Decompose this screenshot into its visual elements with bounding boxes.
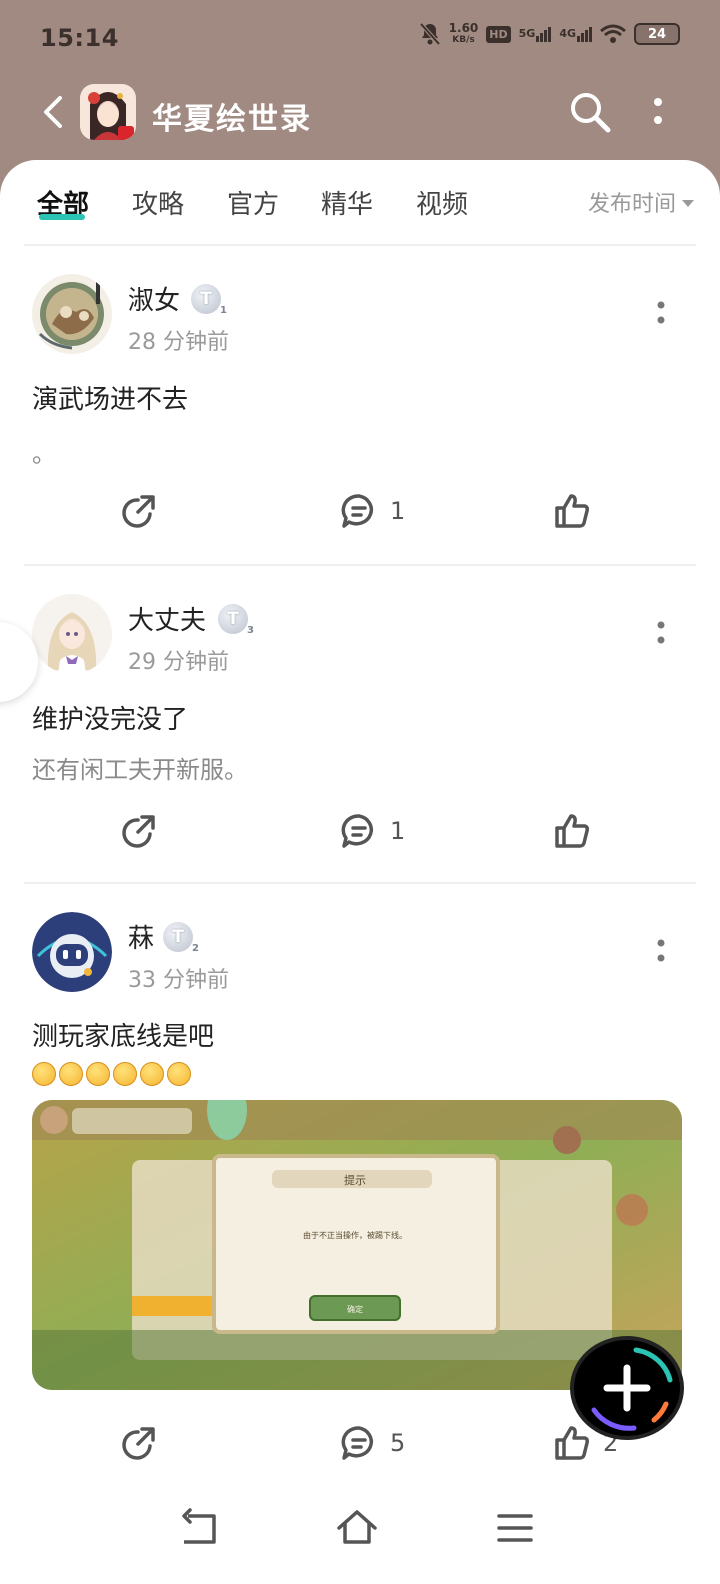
hd-icon: HD [486, 25, 511, 43]
wifi-icon [600, 24, 626, 43]
dialog-message: 由于不正当操作，被踢下线。 [303, 1230, 407, 1240]
battery-level: 24 [647, 26, 667, 42]
home-nav-icon[interactable] [333, 1504, 381, 1552]
username[interactable]: 菻 [128, 918, 154, 955]
level-badge: T3 [218, 604, 254, 636]
sort-dropdown[interactable]: 发布时间 [588, 186, 694, 218]
post-card[interactable]: 大丈夫 T3 29 分钟前 维护没完没了 还有闲工夫开新服。 1 [0, 566, 720, 884]
level-number: 1 [220, 305, 227, 316]
menu-nav-icon[interactable] [491, 1504, 539, 1552]
back-arrow-icon[interactable] [36, 92, 72, 132]
post-body: 。 [32, 440, 56, 468]
mute-bell-icon [419, 22, 441, 46]
angry-emoji-icon [59, 1062, 83, 1086]
comment-icon [341, 494, 374, 528]
tab-active-indicator [39, 214, 85, 220]
angry-emoji-icon [113, 1062, 137, 1086]
angry-emoji-icon [86, 1062, 110, 1086]
comment-button[interactable]: 1 [340, 812, 405, 850]
tab-videos[interactable]: 视频 [416, 184, 468, 221]
more-vertical-icon[interactable] [648, 94, 668, 130]
post-title[interactable]: 演武场进不去 [32, 379, 188, 416]
angry-emoji-icon [32, 1062, 56, 1086]
post-body: 还有闲工夫开新服。 [32, 756, 248, 784]
avatar[interactable] [32, 912, 112, 992]
post-card[interactable]: 淑女 T1 28 分钟前 演武场进不去 。 1 [0, 246, 720, 564]
post-time: 28 分钟前 [128, 330, 229, 355]
comment-button[interactable]: 5 [340, 1424, 405, 1462]
share-button[interactable] [120, 812, 158, 850]
share-button[interactable] [120, 1424, 158, 1462]
comment-count: 1 [390, 497, 406, 525]
thumbs-up-icon [555, 494, 589, 528]
level-number: 3 [247, 625, 254, 636]
post-title[interactable]: 维护没完没了 [32, 699, 188, 736]
net-speed-unit: KB/s [452, 35, 475, 45]
thumbs-up-icon [555, 814, 589, 848]
search-icon[interactable] [568, 90, 612, 134]
comment-count: 1 [390, 817, 406, 845]
angry-emoji-icon [167, 1062, 191, 1086]
comment-button[interactable]: 1 [340, 492, 405, 530]
share-button[interactable] [120, 492, 158, 530]
system-nav-bar [0, 1480, 720, 1584]
share-icon [122, 815, 155, 848]
comment-icon [341, 814, 374, 848]
post-time: 29 分钟前 [128, 650, 229, 675]
level-number: 2 [192, 943, 199, 954]
avatar[interactable] [32, 594, 112, 674]
battery-icon: 24 [634, 23, 680, 45]
tab-official[interactable]: 官方 [227, 184, 279, 221]
status-icons: 1.60 KB/s HD 5G 4G 24 [419, 22, 680, 46]
net-speed-value: 1.60 [448, 21, 479, 35]
comment-count: 5 [390, 1429, 406, 1457]
avatar[interactable] [32, 274, 112, 354]
status-time: 15:14 [40, 24, 119, 52]
share-icon [122, 495, 155, 528]
level-badge: T1 [191, 284, 227, 316]
game-avatar[interactable] [80, 84, 136, 140]
tab-bar: 全部 攻略 官方 精华 视频 发布时间 [0, 160, 720, 246]
app-header: 华夏绘世录 [0, 76, 720, 160]
level-badge-letter: T [227, 609, 239, 629]
dialog-confirm-label: 确定 [347, 1304, 363, 1314]
username[interactable]: 淑女 [128, 280, 180, 317]
username[interactable]: 大丈夫 [128, 600, 206, 637]
status-bar: 15:14 1.60 KB/s HD 5G 4G 24 [0, 0, 720, 76]
post-title[interactable]: 测玩家底线是吧 [32, 1016, 214, 1053]
post-more-icon[interactable] [652, 298, 670, 328]
post-more-icon[interactable] [652, 618, 670, 648]
level-badge: T2 [163, 922, 199, 954]
tab-featured[interactable]: 精华 [321, 184, 373, 221]
page-title: 华夏绘世录 [152, 102, 312, 137]
comment-icon [341, 1426, 374, 1460]
plus-icon [591, 1347, 673, 1431]
post-more-icon[interactable] [652, 936, 670, 966]
like-button[interactable] [553, 812, 603, 850]
signal-5g-label: 5G [518, 26, 536, 40]
create-post-button[interactable] [574, 1340, 680, 1436]
angry-emoji-icon [140, 1062, 164, 1086]
signal-5g-icon: 5G [518, 26, 552, 42]
level-badge-letter: T [200, 289, 212, 309]
back-nav-icon[interactable] [174, 1504, 222, 1552]
dialog-title: 提示 [344, 1174, 366, 1187]
tab-guides[interactable]: 攻略 [132, 184, 184, 221]
net-speed: 1.60 KB/s [449, 22, 479, 46]
signal-4g-label: 4G [559, 26, 576, 40]
post-time: 33 分钟前 [128, 968, 229, 993]
signal-4g-icon: 4G [559, 26, 592, 42]
sort-label: 发布时间 [587, 192, 676, 217]
share-icon [122, 1427, 155, 1460]
emoji-row [32, 1062, 191, 1086]
caret-down-icon [682, 199, 694, 207]
level-badge-letter: T [172, 927, 184, 947]
like-button[interactable] [553, 492, 603, 530]
